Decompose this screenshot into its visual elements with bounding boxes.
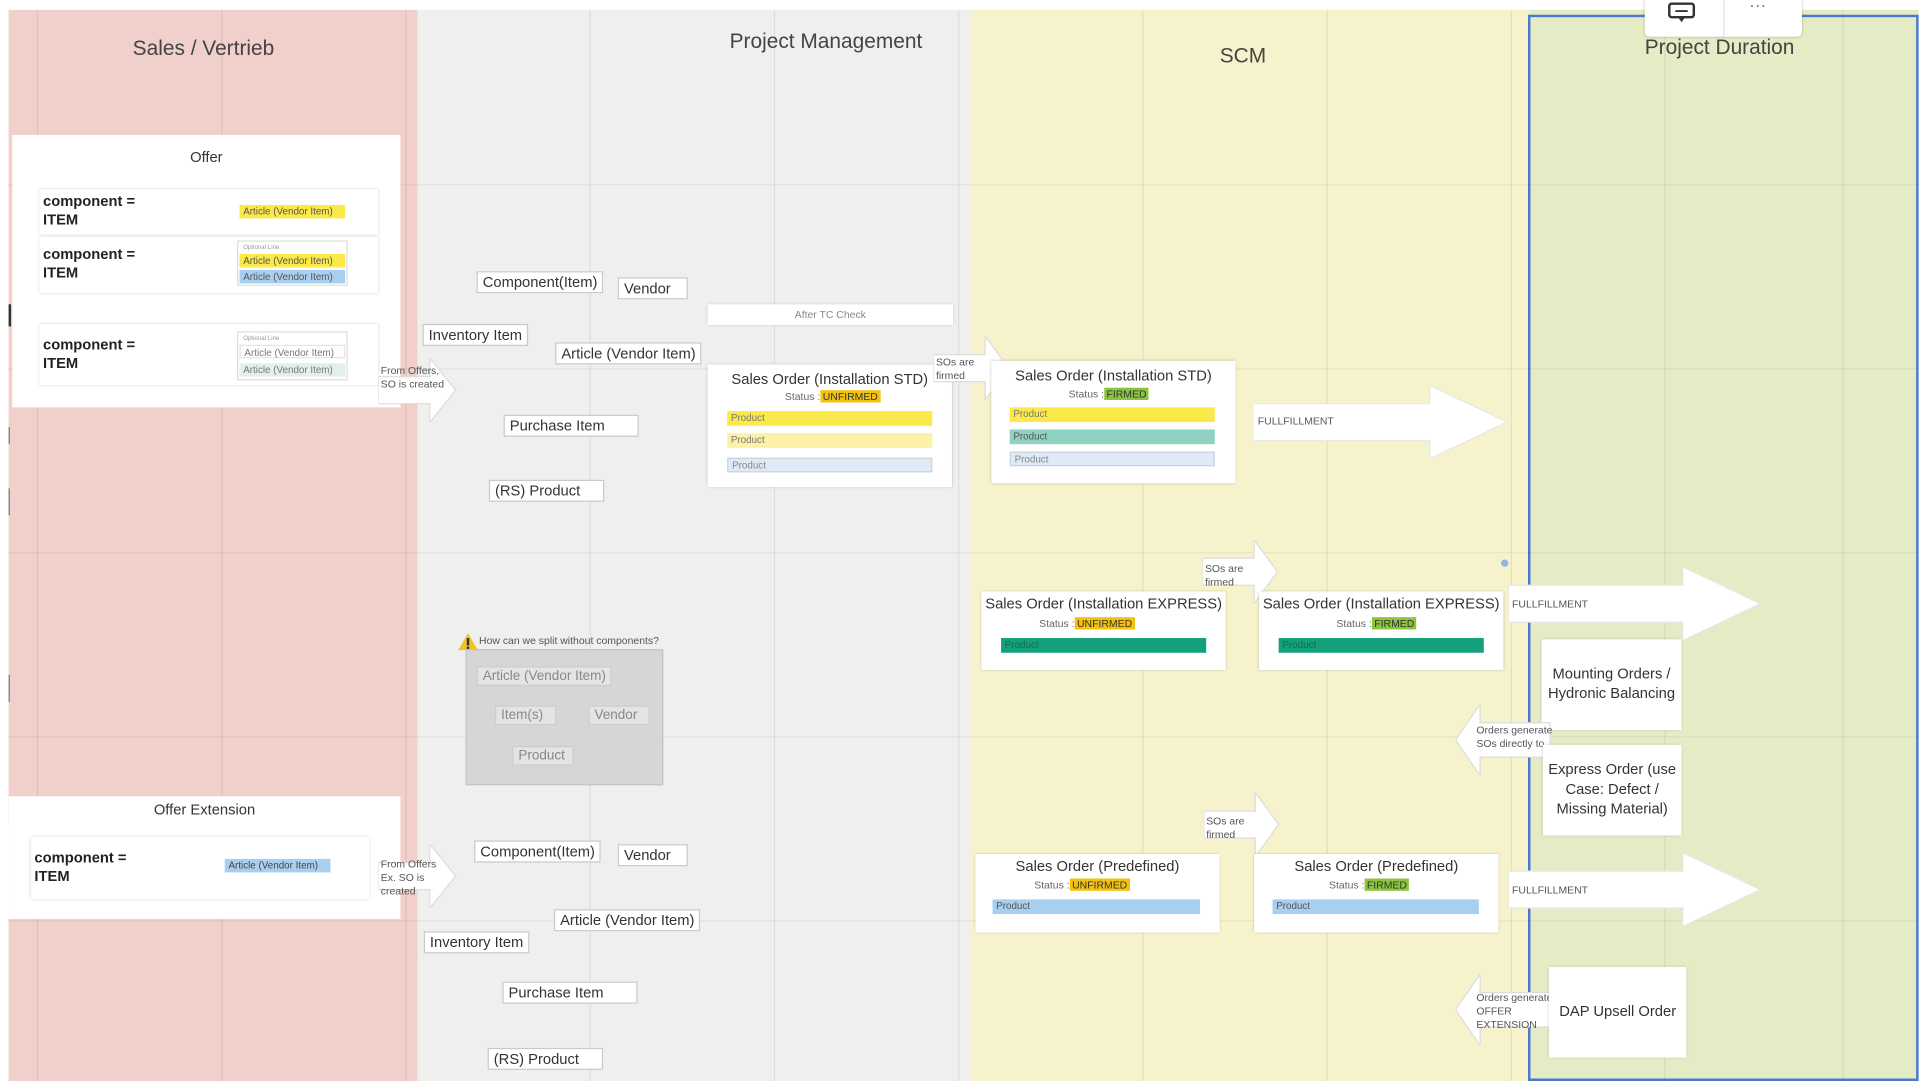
status-line: Status : UNFIRMED [1039, 617, 1135, 630]
offer-title: Offer [190, 148, 223, 166]
status-line: Status : FIRMED [1329, 878, 1410, 891]
grid-line [8, 552, 1919, 554]
lane-title-scm: SCM [1219, 44, 1267, 68]
component-item-sticky[interactable]: Component(Item) [476, 271, 604, 294]
status-line: Status : FIRMED [1336, 617, 1417, 630]
board-canvas[interactable]: Sales / Vertrieb Project Management SCM … [0, 0, 1926, 1081]
status-unfirmed-badge: UNFIRMED [1074, 617, 1135, 630]
toolbar-divider [1723, 0, 1725, 37]
product-row[interactable]: Product [727, 433, 933, 448]
status-line: Status : FIRMED [1069, 387, 1149, 400]
product-row[interactable]: Product [1272, 899, 1479, 915]
sos-firmed-note: SOs are firmed [1204, 561, 1244, 588]
article-vendor-item-sticky[interactable]: Article (Vendor Item) [553, 909, 701, 932]
rs-product-sticky[interactable]: (RS) Product [487, 1047, 604, 1070]
product-row[interactable]: Product [992, 899, 1201, 915]
component-label: component = ITEM [34, 849, 127, 885]
product-sticky[interactable]: Product [512, 746, 574, 766]
comment-icon-svg [1668, 2, 1696, 23]
sos-firmed-note: SOs are firmed [935, 355, 975, 382]
status-firmed-badge: FIRMED [1104, 387, 1149, 400]
comment-icon[interactable] [1667, 2, 1699, 24]
component-label: component = ITEM [42, 192, 136, 229]
vendor-sticky[interactable]: Vendor [588, 705, 650, 726]
status-unfirmed-badge: UNFIRMED [820, 390, 881, 403]
fulfillment-label: FULLFILLMENT [1512, 883, 1589, 896]
edge-mark [8, 488, 10, 516]
lane-title-sales: Sales / Vertrieb [132, 36, 275, 61]
fulfillment-label: FULLFILLMENT [1512, 597, 1589, 610]
product-row[interactable]: Product [727, 411, 933, 426]
article-vendor-item-sticky[interactable]: Article (Vendor Item) [555, 342, 702, 365]
split-question: How can we split without components? [479, 634, 659, 647]
warning-icon [458, 633, 478, 651]
sos-firmed-note: SOs are firmed [1206, 814, 1245, 841]
article-tag[interactable]: Article (Vendor Item) [224, 858, 331, 873]
product-row[interactable]: Product [727, 457, 933, 473]
sales-order-title: Sales Order (Installation EXPRESS) [1262, 595, 1500, 613]
orders-to-offer-ext-note: Orders generate OFFER EXTENSION [1476, 991, 1553, 1031]
after-tc-check-label: After TC Check [794, 307, 866, 321]
orders-to-so-note: Orders generate SOs directly to [1476, 723, 1553, 750]
status-unfirmed-badge: UNFIRMED [1069, 878, 1130, 891]
edge-mark [8, 304, 12, 327]
vendor-sticky[interactable]: Vendor [617, 844, 688, 867]
purchase-item-sticky[interactable]: Purchase Item [502, 981, 638, 1004]
sales-order-title: Sales Order (Installation EXPRESS) [985, 595, 1223, 613]
article-tag[interactable]: Article (Vendor Item) [239, 269, 346, 284]
edge-mark [8, 426, 10, 445]
express-order-label: Express Order (use Case: Defect / Missin… [1548, 760, 1677, 818]
component-item-sticky[interactable]: Component(Item) [474, 840, 602, 863]
rs-product-sticky[interactable]: (RS) Product [488, 479, 605, 502]
status-line: Status : UNFIRMED [785, 390, 881, 403]
article-tag[interactable]: Article (Vendor Item) [239, 344, 346, 359]
edge-mark [8, 674, 10, 702]
status-line: Status : UNFIRMED [1034, 878, 1130, 891]
article-tag[interactable]: Article (Vendor Item) [239, 204, 346, 219]
grid-line [8, 736, 1919, 738]
article-vendor-item-sticky[interactable]: Article (Vendor Item) [476, 666, 613, 686]
sales-order-title: Sales Order (Installation STD) [731, 370, 929, 388]
lane-title-project-management: Project Management [729, 29, 923, 53]
items-sticky[interactable]: Item(s) [495, 705, 557, 726]
dap-upsell-order-label: DAP Upsell Order [1559, 1002, 1677, 1020]
purchase-item-sticky[interactable]: Purchase Item [503, 414, 639, 437]
article-tag[interactable]: Article (Vendor Item) [239, 253, 346, 268]
offer-to-so-note: From Offers, SO is created [380, 364, 445, 391]
product-row[interactable]: Product [1001, 638, 1207, 653]
status-firmed-badge: FIRMED [1371, 617, 1417, 630]
mounting-orders-label: Mounting Orders / Hydronic Balancing [1548, 665, 1676, 702]
lane-title-project-duration: Project Duration [1644, 35, 1795, 59]
product-row[interactable]: Product [1278, 638, 1484, 653]
vendor-sticky[interactable]: Vendor [617, 277, 688, 300]
inventory-item-sticky[interactable]: Inventory Item [422, 323, 529, 347]
component-label: component = ITEM [42, 336, 136, 372]
fulfillment-label: FULLFILLMENT [1257, 414, 1334, 427]
product-row[interactable]: Product [1009, 407, 1215, 423]
product-row[interactable]: Product [1009, 429, 1215, 445]
anchor-dot [1500, 559, 1509, 567]
offer-ext-to-so-note: From Offers Ex. SO is created [380, 857, 437, 897]
sales-order-title: Sales Order (Predefined) [1294, 857, 1459, 875]
component-label: component = ITEM [42, 245, 136, 281]
status-firmed-badge: FIRMED [1364, 878, 1410, 891]
offer-extension-title: Offer Extension [153, 801, 256, 819]
sales-order-title: Sales Order (Predefined) [1015, 857, 1180, 875]
inventory-item-sticky[interactable]: Inventory Item [423, 931, 530, 954]
sales-order-title: Sales Order (Installation STD) [1015, 366, 1212, 385]
product-row[interactable]: Product [1009, 451, 1215, 467]
more-icon[interactable]: ··· [1749, 0, 1766, 15]
article-tag[interactable]: Article (Vendor Item) [239, 363, 346, 377]
